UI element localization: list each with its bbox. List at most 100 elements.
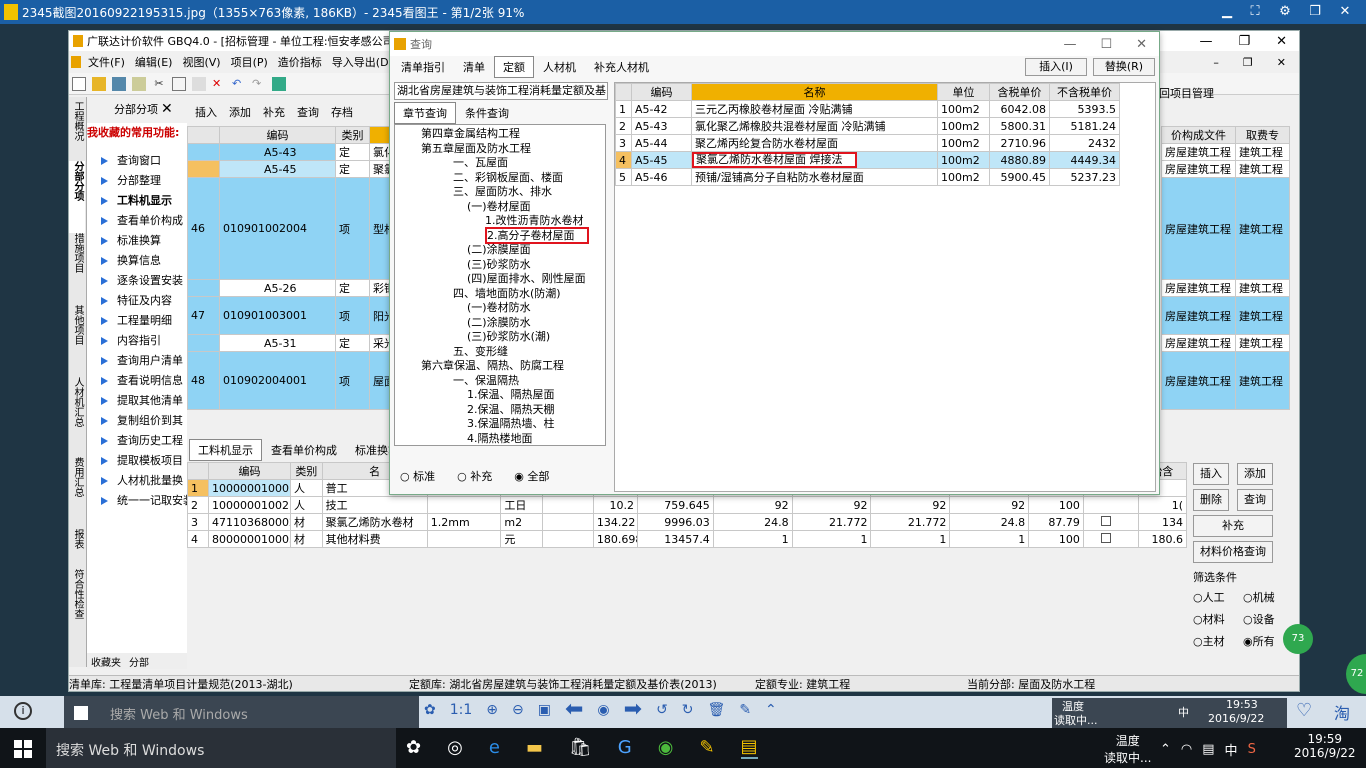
- vtab-project-overview[interactable]: 工程概况: [69, 97, 85, 161]
- badge-73[interactable]: 73: [1283, 624, 1313, 654]
- table-row[interactable]: 房屋建筑工程 建筑工程: [1161, 296, 1290, 335]
- tab-quota[interactable]: 定额: [494, 56, 534, 78]
- taobao-icon[interactable]: 淘: [1334, 700, 1350, 724]
- tree-node[interactable]: 一、瓦屋面: [395, 156, 605, 171]
- table-row[interactable]: 房屋建筑工程 建筑工程: [1161, 160, 1290, 178]
- next-image-icon[interactable]: ➡: [624, 699, 642, 721]
- supplement-button[interactable]: 补充: [1193, 515, 1273, 537]
- mdi-minimize-icon[interactable]: –: [1208, 56, 1224, 69]
- menu-file[interactable]: 文件(F): [83, 54, 130, 70]
- trash-icon[interactable]: 🗑: [708, 702, 726, 718]
- filter-material[interactable]: ○材料: [1193, 611, 1243, 627]
- tab-supplement-materials[interactable]: 补充人材机: [585, 56, 658, 78]
- fit-icon[interactable]: ▣: [538, 702, 551, 718]
- edge-icon[interactable]: e: [489, 737, 500, 758]
- dialog-close-icon[interactable]: ✕: [1136, 37, 1147, 52]
- rotate-right-icon[interactable]: ↻: [682, 702, 694, 718]
- menu-project[interactable]: 项目(P): [226, 54, 273, 70]
- filter-all[interactable]: ◉所有: [1243, 633, 1287, 649]
- save-icon[interactable]: [112, 76, 126, 91]
- subtab-condition[interactable]: 条件查询: [456, 102, 518, 124]
- tree-node[interactable]: 二、彩钢板屋面、楼面: [395, 171, 605, 186]
- actual-size-icon[interactable]: 1:1: [450, 702, 473, 718]
- delete-icon[interactable]: ✕: [212, 77, 226, 91]
- info-icon[interactable]: i: [14, 702, 32, 720]
- tree-node[interactable]: 四、墙地面防水(防潮): [395, 287, 605, 302]
- zoom-out-icon[interactable]: ⊖: [512, 702, 524, 718]
- dialog-minimize-icon[interactable]: —: [1063, 37, 1076, 52]
- mdi-restore-icon[interactable]: ❐: [1238, 56, 1258, 69]
- nav-batch-replace[interactable]: 人材机批量换: [87, 471, 187, 491]
- g-app-icon[interactable]: G: [618, 737, 632, 758]
- table-row[interactable]: 1 A5-42 三元乙丙橡胶卷材屋面 冷贴满铺 100m2 6042.08 5393.5: [615, 100, 1120, 118]
- radio-standard[interactable]: ○ 标准: [400, 468, 435, 484]
- table-row[interactable]: 2 A5-43 氯化聚乙烯橡胶共混卷材屋面 冷贴满铺 100m2 5800.31 5181…: [615, 117, 1120, 135]
- prev-image-icon[interactable]: ⬅: [565, 699, 583, 721]
- tab-section[interactable]: 分部: [125, 654, 153, 669]
- return-project-link[interactable]: 回项目管理: [1159, 85, 1214, 101]
- tree-node[interactable]: (三)砂浆防水(潮): [395, 330, 605, 345]
- filter-main-material[interactable]: ○主材: [1193, 633, 1243, 649]
- clock[interactable]: 19:59 2016/9/22: [1294, 732, 1356, 760]
- nav-install-setting[interactable]: 逐条设置安装: [87, 271, 187, 291]
- tab-materials-display[interactable]: 工料机显示: [189, 439, 262, 461]
- table-row[interactable]: 4800000010005材其他材料费元180.69813457.4111110…: [186, 530, 1188, 548]
- viewer-app-taskbar-icon[interactable]: ▤: [740, 736, 758, 759]
- nav-section-arrange[interactable]: 分部整理: [87, 171, 187, 191]
- menu-view[interactable]: 视图(V): [177, 54, 225, 70]
- nav-user-list[interactable]: 查询用户清单: [87, 351, 187, 371]
- tree-node[interactable]: (一)卷材屋面: [395, 200, 605, 215]
- new-icon[interactable]: [72, 76, 86, 91]
- filter-labor[interactable]: ○人工: [1193, 589, 1243, 605]
- viewer-pin-icon[interactable]: ⚙: [1274, 2, 1296, 22]
- insert-button[interactable]: 插入: [1193, 463, 1229, 485]
- message-icon[interactable]: ▤: [1202, 742, 1214, 757]
- wifi-icon[interactable]: ◠: [1181, 742, 1192, 757]
- table-row[interactable]: 5 A5-46 预铺/湿铺高分子自粘防水卷材屋面 100m2 5900.45 5237.2…: [615, 168, 1120, 186]
- vtab-sub-items[interactable]: 分部分项: [69, 161, 85, 233]
- vtab-reports[interactable]: 报表: [69, 529, 85, 569]
- more-icon[interactable]: ⌃: [765, 702, 777, 718]
- viewer-restore-icon[interactable]: ❐: [1304, 2, 1326, 22]
- browser-app-icon[interactable]: ◎: [447, 737, 463, 758]
- dialog-insert-button[interactable]: 插入(I): [1025, 58, 1087, 76]
- table-row[interactable]: 房屋建筑工程 建筑工程: [1161, 351, 1290, 410]
- tree-node-selected[interactable]: 2.高分子卷材屋面: [395, 226, 605, 244]
- edit-icon[interactable]: ✎: [739, 702, 751, 718]
- undo-icon[interactable]: ↶: [232, 77, 246, 91]
- nav-copy-pricing[interactable]: 复制组价到其: [87, 411, 187, 431]
- paste-icon[interactable]: [192, 76, 206, 91]
- tab-list-guide[interactable]: 清单指引: [392, 56, 454, 78]
- copy-icon[interactable]: [172, 76, 186, 91]
- menu-cost-index[interactable]: 造价指标: [273, 54, 327, 70]
- table-row[interactable]: 2 100000010021 人技工 工日 10.2 759.645 92 92 92 92 100…: [186, 496, 1188, 514]
- nav-view-notes[interactable]: 查看说明信息: [87, 371, 187, 391]
- dialog-replace-button[interactable]: 替换(R): [1093, 58, 1155, 76]
- table-row[interactable]: 房屋建筑工程 建筑工程: [1161, 334, 1290, 352]
- vtab-measures[interactable]: 措施项目: [69, 233, 85, 305]
- tab-favorites[interactable]: 收藏夹: [87, 654, 125, 669]
- app-minimize-icon[interactable]: —: [1199, 34, 1212, 49]
- quota-library-dropdown[interactable]: 湖北省房屋建筑与装饰工程消耗量定额及基: [394, 82, 608, 100]
- tray-expand-icon[interactable]: ⌃: [1160, 742, 1171, 757]
- app-restore-icon[interactable]: ❐: [1238, 34, 1250, 49]
- query-button[interactable]: 查询: [1237, 489, 1273, 511]
- app-close-icon[interactable]: ✕: [1276, 34, 1287, 49]
- store-icon[interactable]: 🛍: [569, 737, 592, 758]
- tree-node[interactable]: 2.保温、隔热天棚: [395, 403, 605, 418]
- table-row[interactable]: 3 471103680002 材聚氯乙烯防水卷材 1.2mm m2 134.22 9996.…: [186, 513, 1188, 531]
- dialog-maximize-icon[interactable]: ☐: [1100, 37, 1112, 52]
- tab-unit-price[interactable]: 查看单价构成: [262, 439, 346, 461]
- radio-supplement[interactable]: ○ 补充: [457, 468, 492, 484]
- material-price-query-button[interactable]: 材料价格查询: [1193, 541, 1273, 563]
- sub-archive[interactable]: 存档: [325, 104, 359, 120]
- tree-node[interactable]: 4.隔热楼地面: [395, 432, 605, 446]
- nav-conversion-info[interactable]: 换算信息: [87, 251, 187, 271]
- nav-materials-display[interactable]: 工料机显示: [87, 191, 187, 211]
- rotate-left-icon[interactable]: ↺: [656, 702, 668, 718]
- nav-extract-template[interactable]: 提取模板项目: [87, 451, 187, 471]
- vtab-materials-summary[interactable]: 人材机汇总: [69, 377, 85, 457]
- green-app-icon[interactable]: ◉: [658, 737, 674, 758]
- cut-icon[interactable]: ✂: [152, 77, 166, 91]
- nav-query-window[interactable]: 查询窗口: [87, 151, 187, 171]
